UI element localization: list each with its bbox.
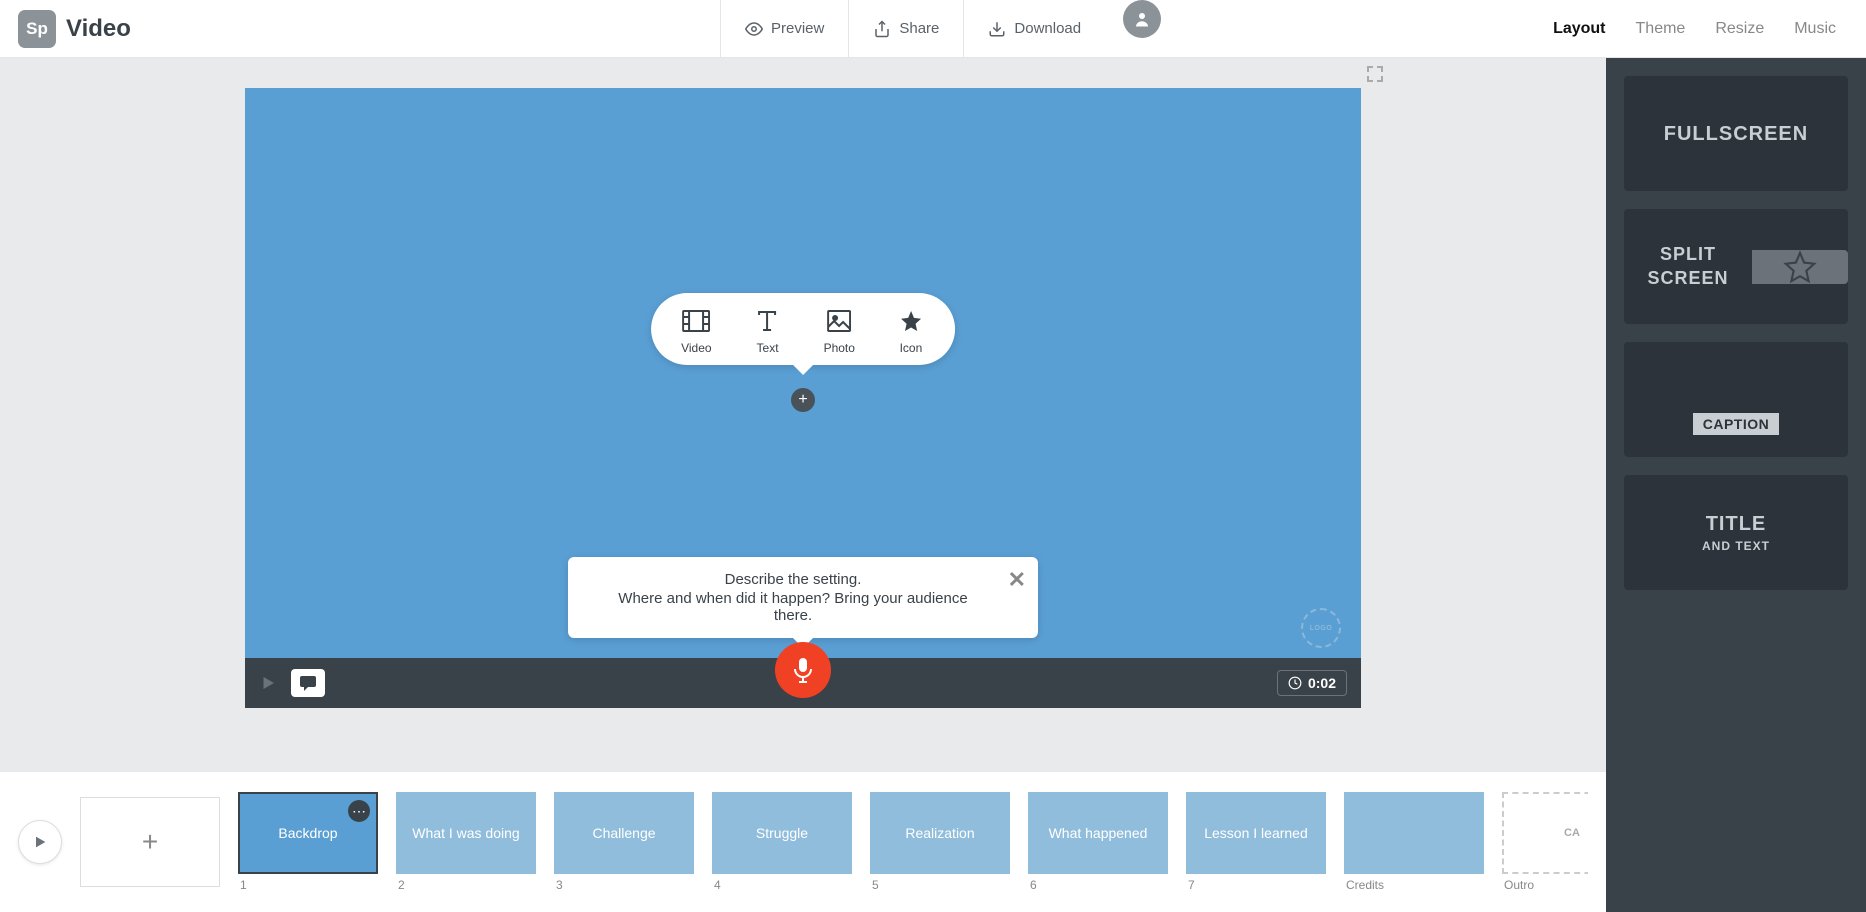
hint-popover: ✕ Describe the setting. Where and when d… (568, 557, 1038, 638)
logo-placeholder[interactable]: LOGO (1301, 608, 1341, 648)
slide-number: 6 (1028, 878, 1168, 892)
download-label: Download (1014, 20, 1081, 37)
hint-close-button[interactable]: ✕ (1008, 567, 1026, 593)
insert-text-button[interactable]: Text (754, 307, 782, 355)
slide-thumb[interactable]: Challenge (554, 792, 694, 874)
duration-value: 0:02 (1308, 675, 1336, 691)
share-button[interactable]: Share (848, 0, 963, 57)
slide-item: Realization 5 (870, 792, 1010, 892)
user-avatar-button[interactable] (1123, 0, 1161, 38)
preview-button[interactable]: Preview (720, 0, 848, 57)
share-label: Share (899, 20, 939, 37)
preview-label: Preview (771, 20, 824, 37)
duration-badge[interactable]: 0:02 (1277, 670, 1347, 696)
caption-toggle-button[interactable] (291, 669, 325, 697)
slide-number: 3 (554, 878, 694, 892)
slide-thumb[interactable]: Realization (870, 792, 1010, 874)
header-tabs: Layout Theme Resize Music (1553, 20, 1866, 38)
slide-outro[interactable]: CA (1502, 792, 1588, 874)
player-bar: 0:02 (245, 658, 1361, 708)
photo-icon (825, 307, 853, 335)
slide-number: 1 (238, 878, 378, 892)
header-actions: Preview Share Download (720, 0, 1161, 57)
hint-line1: Describe the setting. (598, 571, 988, 588)
add-content-button[interactable]: + (791, 388, 815, 412)
eye-icon (745, 20, 763, 38)
tab-theme[interactable]: Theme (1636, 20, 1686, 38)
insert-photo-label: Photo (824, 341, 855, 355)
slide-item: Backdrop⋯ 1 (238, 792, 378, 892)
user-icon (1133, 10, 1151, 28)
insert-icon-label: Icon (900, 341, 923, 355)
app-title: Video (66, 15, 131, 43)
insert-popover: Video Text Photo Icon (651, 293, 955, 365)
slide-item: Struggle 4 (712, 792, 852, 892)
share-icon (873, 20, 891, 38)
logo-area: Sp Video (0, 10, 149, 48)
timeline: + Backdrop⋯ 1 What I was doing 2 Challenge 3 S… (0, 772, 1606, 912)
layout-title-text[interactable]: TITLE AND TEXT (1624, 475, 1848, 590)
timeline-play-button[interactable] (18, 820, 62, 864)
slide-thumb[interactable]: What I was doing (396, 792, 536, 874)
slide-number: 5 (870, 878, 1010, 892)
layout-title-label: TITLE AND TEXT (1702, 511, 1770, 555)
slide-item: Lesson I learned 7 (1186, 792, 1326, 892)
layout-panel: FULLSCREEN SPLITSCREEN CAPTION TITLE AND… (1606, 58, 1866, 912)
play-icon (32, 834, 48, 850)
speech-bubble-icon (299, 675, 317, 691)
layout-caption[interactable]: CAPTION (1624, 342, 1848, 457)
star-icon (897, 307, 925, 335)
tab-resize[interactable]: Resize (1715, 20, 1764, 38)
layout-caption-label: CAPTION (1693, 413, 1780, 435)
tab-layout[interactable]: Layout (1553, 20, 1605, 38)
clock-icon (1288, 676, 1302, 690)
slide-credits[interactable] (1344, 792, 1484, 874)
slide-thumb[interactable]: Backdrop⋯ (238, 792, 378, 874)
layout-split-label: SPLITSCREEN (1647, 243, 1728, 290)
app-header: Sp Video Preview Share Download Layout T… (0, 0, 1866, 58)
insert-video-button[interactable]: Video (681, 307, 711, 355)
layout-fullscreen-label: FULLSCREEN (1664, 121, 1808, 147)
text-icon (754, 307, 782, 335)
video-icon (682, 307, 710, 335)
slide-item: What I was doing 2 (396, 792, 536, 892)
plus-icon: + (142, 826, 158, 858)
slide-number: 7 (1186, 878, 1326, 892)
insert-icon-button[interactable]: Icon (897, 307, 925, 355)
microphone-icon (792, 657, 814, 683)
slide-canvas[interactable]: Video Text Photo Icon + ✕ Describe t (245, 88, 1361, 708)
hint-line2: Where and when did it happen? Bring your… (598, 590, 988, 624)
fullscreen-toggle-icon[interactable] (1367, 66, 1383, 82)
slide-thumb[interactable]: Struggle (712, 792, 852, 874)
split-preview-icon (1752, 250, 1848, 284)
slides-row: Backdrop⋯ 1 What I was doing 2 Challenge 3 Str… (238, 792, 1588, 892)
canvas-wrap: Video Text Photo Icon + ✕ Describe t (245, 88, 1361, 708)
download-icon (988, 20, 1006, 38)
record-mic-button[interactable] (775, 642, 831, 698)
layout-split-screen[interactable]: SPLITSCREEN (1624, 209, 1848, 324)
slide-thumb[interactable]: What happened (1028, 792, 1168, 874)
slide-item: Challenge 3 (554, 792, 694, 892)
slide-more-button[interactable]: ⋯ (348, 800, 370, 822)
download-button[interactable]: Download (963, 0, 1105, 57)
play-icon[interactable] (259, 674, 277, 692)
logo-icon: Sp (18, 10, 56, 48)
slide-number: 4 (712, 878, 852, 892)
insert-text-label: Text (757, 341, 779, 355)
slide-thumb[interactable]: Lesson I learned (1186, 792, 1326, 874)
slide-credits-label: Credits (1344, 878, 1484, 892)
add-slide-button[interactable]: + (80, 797, 220, 887)
layout-fullscreen[interactable]: FULLSCREEN (1624, 76, 1848, 191)
insert-video-label: Video (681, 341, 711, 355)
tab-music[interactable]: Music (1794, 20, 1836, 38)
slide-outro-label: Outro (1502, 878, 1588, 892)
slide-item: What happened 6 (1028, 792, 1168, 892)
main-area: Video Text Photo Icon + ✕ Describe t (0, 58, 1606, 772)
slide-number: 2 (396, 878, 536, 892)
insert-photo-button[interactable]: Photo (824, 307, 855, 355)
